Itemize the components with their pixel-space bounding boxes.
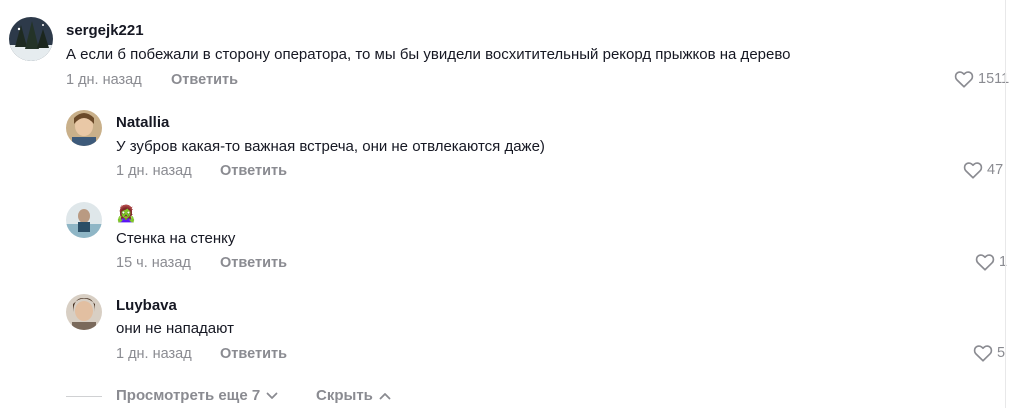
scrollbar-track[interactable] [1005,0,1006,408]
like-count: 5 [997,345,1006,361]
heart-outline-icon [963,161,983,179]
avatar[interactable] [66,110,102,146]
reply-username[interactable]: Natallia [116,114,169,131]
reply-time: 1 дн. назад [116,346,192,362]
avatar[interactable] [66,202,102,238]
like-button[interactable]: 1511 [954,70,1009,88]
heart-outline-icon [954,70,974,88]
reply-button[interactable]: Ответить [220,163,287,179]
divider [66,396,102,397]
comment-text: А если б побежали в сторону оператора, т… [66,46,791,63]
comment-time: 1 дн. назад [66,72,142,88]
reply-text: они не нападают [116,320,234,337]
hide-replies-button[interactable]: Скрыть [316,387,391,404]
chevron-up-icon [379,392,391,400]
like-count: 47 [987,162,1004,178]
hide-label: Скрыть [316,387,373,404]
like-button[interactable]: 1 [975,253,1007,271]
comment-username[interactable]: sergejk221 [66,22,144,39]
like-button[interactable]: 47 [963,161,1003,179]
view-more-label: Просмотреть еще 7 [116,387,261,404]
reply-username[interactable]: 🧟‍♀️ [116,204,136,224]
view-more-replies-button[interactable]: Просмотреть еще 7 [116,387,278,404]
heart-outline-icon [975,253,995,271]
reply-text: Стенка на стенку [116,230,236,247]
reply-text: У зубров какая-то важная встреча, они не… [116,138,545,155]
reply-time: 1 дн. назад [116,163,192,179]
like-button[interactable]: 5 [973,344,1005,362]
chevron-down-icon [266,392,278,400]
reply-time: 15 ч. назад [116,255,191,271]
reply-button[interactable]: Ответить [220,255,287,271]
avatar[interactable] [9,17,53,61]
reply-username[interactable]: Luybava [116,297,177,314]
heart-outline-icon [973,344,993,362]
reply-button[interactable]: Ответить [171,72,238,88]
avatar[interactable] [66,294,102,330]
reply-button[interactable]: Ответить [220,346,287,362]
